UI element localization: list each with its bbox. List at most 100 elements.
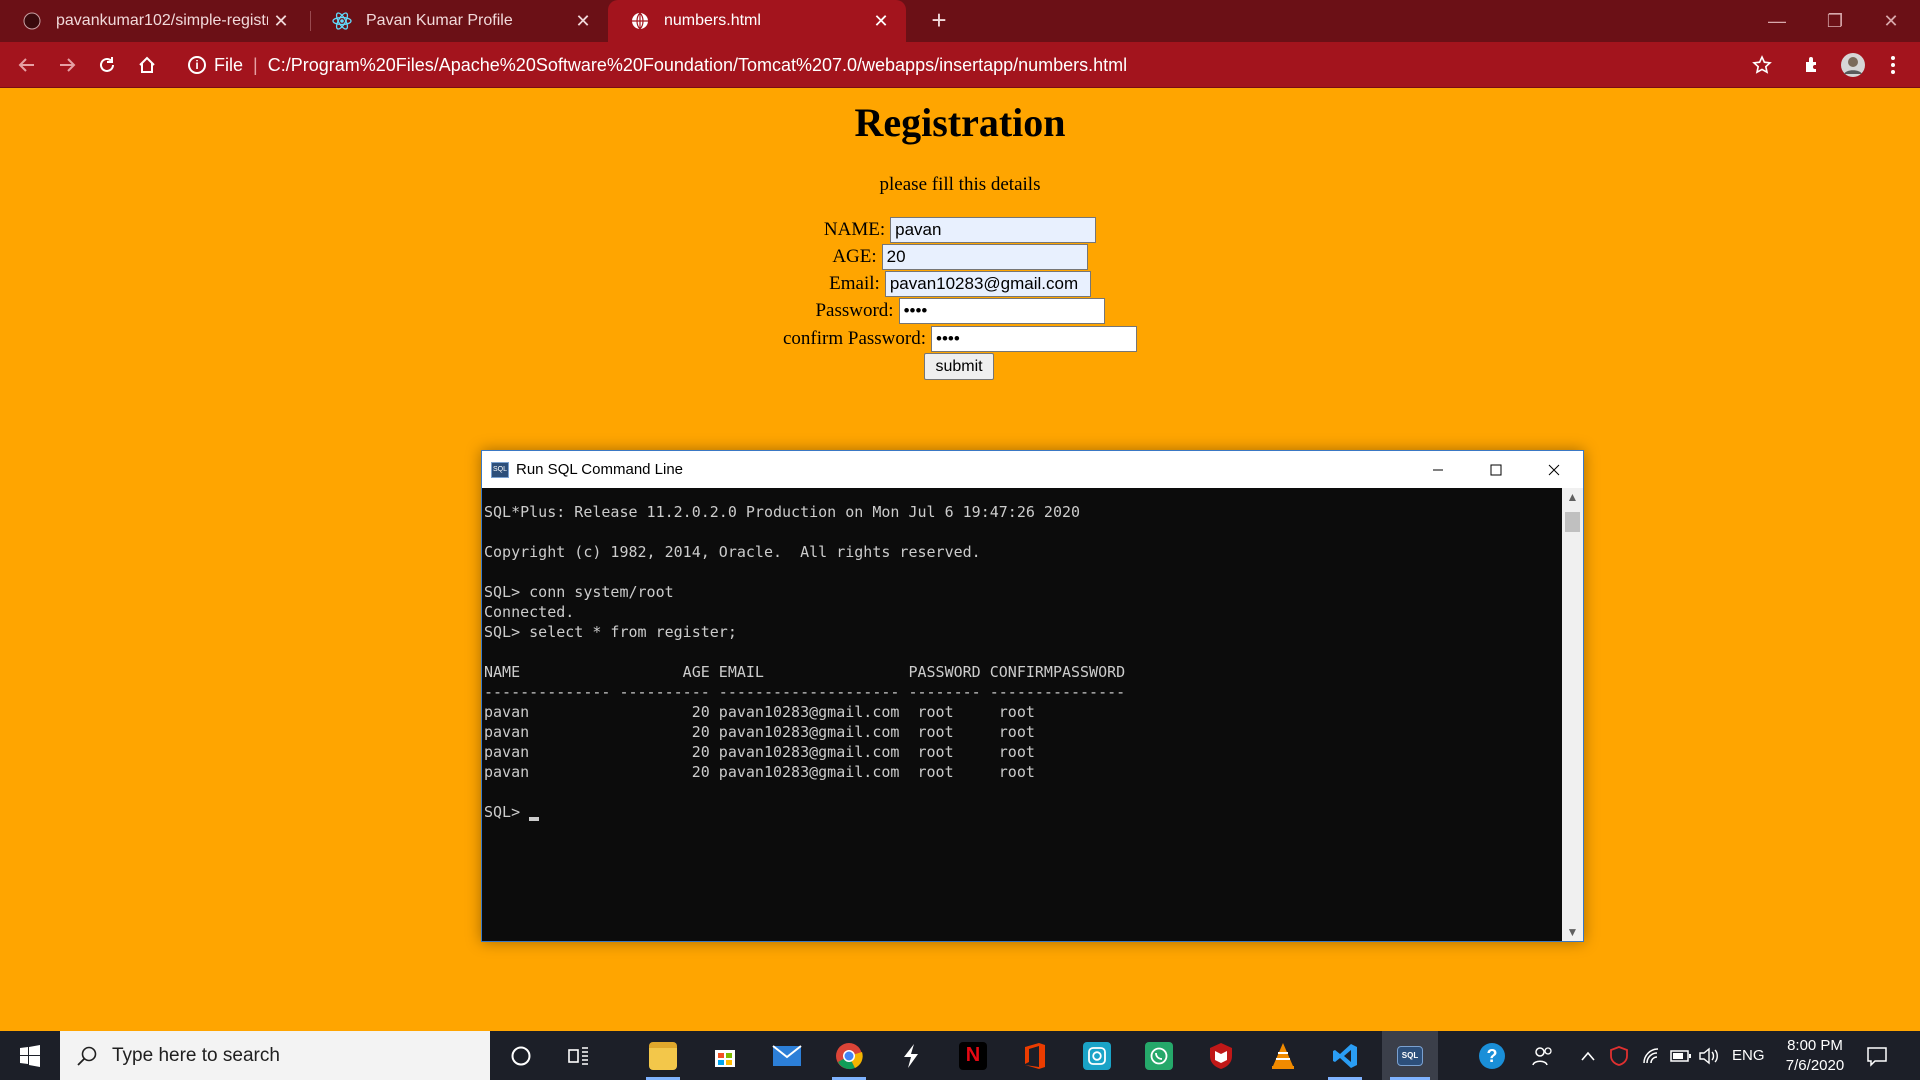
- battery-icon[interactable]: [1670, 1031, 1692, 1080]
- notification-icon[interactable]: [1866, 1031, 1888, 1080]
- help-icon[interactable]: ?: [1478, 1031, 1506, 1080]
- scroll-up-icon[interactable]: ▲: [1562, 488, 1583, 506]
- scheme-label: File: [214, 54, 244, 75]
- console-line: SQL*Plus: Release 11.2.0.2.0 Production …: [484, 503, 1081, 521]
- close-icon[interactable]: ✕: [268, 11, 294, 32]
- close-window-icon[interactable]: ✕: [1862, 0, 1920, 42]
- netflix-icon[interactable]: N: [948, 1031, 998, 1080]
- swift-icon[interactable]: [886, 1031, 936, 1080]
- search-placeholder: Type here to search: [112, 1044, 280, 1066]
- console-line: pavan 20 pavan10283@gmail.com root root: [484, 743, 1035, 761]
- page-title: Registration: [854, 100, 1066, 145]
- taskbar-search[interactable]: Type here to search: [60, 1031, 490, 1080]
- close-icon[interactable]: ✕: [868, 11, 894, 32]
- console-maximize-icon[interactable]: [1467, 451, 1525, 488]
- confirm-password-row: confirm Password:: [0, 326, 1920, 352]
- github-icon: [22, 11, 42, 31]
- scroll-down-icon[interactable]: ▼: [1562, 923, 1583, 941]
- back-icon[interactable]: [10, 48, 44, 82]
- windows-start-icon[interactable]: [0, 1031, 60, 1080]
- instagram-icon[interactable]: [1072, 1031, 1122, 1080]
- search-icon: [77, 1046, 97, 1066]
- menu-icon[interactable]: [1876, 48, 1910, 82]
- tab-github[interactable]: pavankumar102/simple-registrat ✕: [0, 0, 306, 42]
- mcafee-tray-icon[interactable]: [1610, 1031, 1628, 1080]
- whatsapp-icon[interactable]: [1134, 1031, 1184, 1080]
- mail-icon[interactable]: [762, 1031, 812, 1080]
- email-label: Email:: [829, 273, 880, 294]
- console-line: Connected.: [484, 603, 575, 621]
- reload-icon[interactable]: [90, 48, 124, 82]
- console-output[interactable]: SQL*Plus: Release 11.2.0.2.0 Production …: [482, 488, 1562, 941]
- wifi-icon[interactable]: [1642, 1031, 1662, 1080]
- browser-toolbar: i File | C:/Program%20Files/Apache%20Sof…: [0, 42, 1920, 88]
- avatar[interactable]: [1836, 48, 1870, 82]
- file-explorer-icon[interactable]: [638, 1031, 688, 1080]
- console-minimize-icon[interactable]: [1409, 451, 1467, 488]
- email-field[interactable]: [884, 271, 1091, 297]
- home-icon[interactable]: [130, 48, 164, 82]
- forward-icon[interactable]: [50, 48, 84, 82]
- tab-numbers[interactable]: numbers.html ✕: [608, 0, 906, 42]
- close-icon[interactable]: ✕: [570, 11, 596, 32]
- info-icon[interactable]: i: [188, 56, 206, 74]
- url-text: C:/Program%20Files/Apache%20Software%20F…: [267, 54, 1128, 75]
- console-line: pavan 20 pavan10283@gmail.com root root: [484, 723, 1035, 741]
- svg-text:?: ?: [1487, 1046, 1498, 1066]
- console-title: Run SQL Command Line: [516, 461, 684, 478]
- chrome-icon[interactable]: [824, 1031, 874, 1080]
- mcafee-icon[interactable]: [1196, 1031, 1246, 1080]
- chevron-up-icon[interactable]: [1580, 1031, 1596, 1080]
- office-icon[interactable]: [1010, 1031, 1060, 1080]
- language-indicator[interactable]: ENG: [1732, 1031, 1765, 1080]
- sql-console-window: SQL Run SQL Command Line SQL*Plus: Relea…: [481, 450, 1584, 942]
- volume-icon[interactable]: [1698, 1031, 1720, 1080]
- restore-icon[interactable]: ❐: [1806, 0, 1864, 42]
- vscode-icon[interactable]: [1320, 1031, 1370, 1080]
- sql-console-icon: SQL: [491, 461, 509, 478]
- cortana-icon[interactable]: [496, 1031, 546, 1080]
- email-row: Email:: [0, 271, 1920, 297]
- tab-title: Pavan Kumar Profile: [366, 12, 513, 29]
- globe-icon: [630, 11, 650, 31]
- store-icon[interactable]: [700, 1031, 750, 1080]
- page-subtitle: please fill this details: [879, 174, 1041, 195]
- confirm-password-label: confirm Password:: [782, 328, 926, 349]
- react-icon: [332, 11, 352, 31]
- console-line: pavan 20 pavan10283@gmail.com root root: [484, 763, 1035, 781]
- age-row: AGE:: [0, 244, 1920, 270]
- vlc-icon[interactable]: [1258, 1031, 1308, 1080]
- password-row: Password:: [0, 298, 1920, 324]
- console-line: Copyright (c) 1982, 2014, Oracle. All ri…: [484, 543, 981, 561]
- console-line: NAME AGE EMAIL PASSWORD CONFIRMPASSWORD: [484, 663, 1126, 681]
- age-label: AGE:: [832, 246, 877, 267]
- clock[interactable]: 8:00 PM 7/6/2020: [1770, 1036, 1860, 1076]
- console-line: SQL> conn system/root: [484, 583, 674, 601]
- password-field[interactable]: [898, 298, 1105, 324]
- name-row: NAME:: [0, 217, 1920, 243]
- new-tab-button[interactable]: +: [922, 4, 956, 38]
- people-icon[interactable]: [1532, 1031, 1554, 1080]
- address-bar[interactable]: i File | C:/Program%20Files/Apache%20Sof…: [178, 47, 1778, 83]
- name-field[interactable]: [890, 217, 1097, 243]
- password-label: Password:: [815, 300, 894, 321]
- task-view-icon[interactable]: [554, 1031, 604, 1080]
- console-line: -------------- ---------- --------------…: [484, 683, 1126, 701]
- tab-profile[interactable]: Pavan Kumar Profile ✕: [310, 0, 608, 42]
- console-titlebar[interactable]: SQL Run SQL Command Line: [482, 451, 1583, 488]
- age-field[interactable]: [881, 244, 1088, 270]
- bookmark-star-icon[interactable]: [1745, 48, 1779, 82]
- console-prompt: SQL>: [484, 803, 530, 821]
- text-cursor: [529, 817, 540, 821]
- scroll-thumb[interactable]: [1565, 512, 1580, 532]
- address-separator: |: [253, 54, 258, 75]
- console-line: SQL> select * from register;: [484, 623, 737, 641]
- extensions-icon[interactable]: [1795, 48, 1829, 82]
- tab-title: numbers.html: [664, 12, 761, 29]
- submit-button[interactable]: submit: [924, 353, 994, 380]
- console-close-icon[interactable]: [1525, 451, 1583, 488]
- sql-console-icon[interactable]: SQL: [1382, 1031, 1438, 1080]
- confirm-password-field[interactable]: [931, 326, 1137, 352]
- console-scrollbar[interactable]: ▲ ▼: [1562, 488, 1583, 941]
- minimize-icon[interactable]: —: [1748, 0, 1806, 42]
